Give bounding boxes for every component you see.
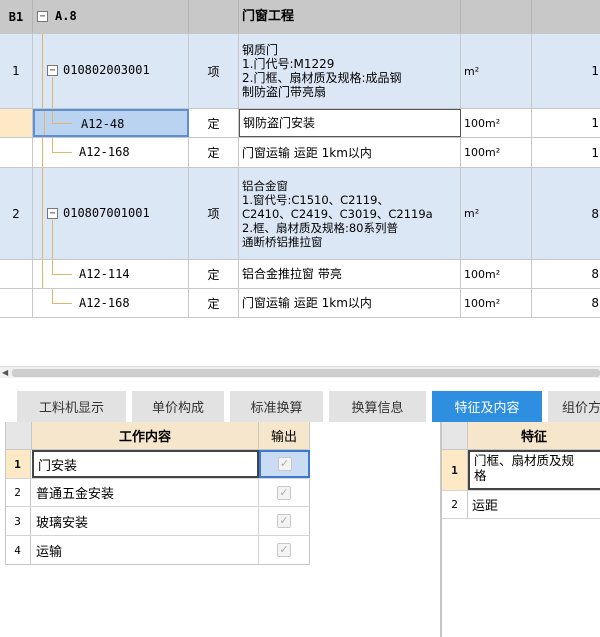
quota-code: A12-114 bbox=[79, 267, 130, 281]
tab-labor-material[interactable]: 工料机显示 bbox=[17, 391, 126, 422]
work-content-row-3[interactable]: 3 玻璃安装 ✓ bbox=[5, 507, 310, 536]
detail-tabs: 工料机显示 单价构成 标准换算 换算信息 特征及内容 组价方 bbox=[0, 386, 600, 422]
bill-row-2[interactable]: 2 − 010807001001 项 铝合金窗 1.窗代号:C1510、C211… bbox=[0, 168, 600, 260]
row-number: 1 bbox=[0, 34, 33, 108]
row-number: 2 bbox=[0, 168, 33, 259]
bill-row-1[interactable]: 1 − 010802003001 项 钢质门 1.门代号:M1229 2.门框、… bbox=[0, 34, 600, 109]
quota-name[interactable]: 铝合金推拉窗 带亮 bbox=[239, 260, 461, 288]
tab-unit-price[interactable]: 单价构成 bbox=[132, 391, 224, 422]
detail-panel: 工作内容 输出 1 门安装 ✓ 2 普通五金安装 ✓ 3 玻璃安装 ✓ 4 运输… bbox=[0, 422, 600, 637]
scrollbar-thumb[interactable] bbox=[12, 369, 600, 377]
quantity: 8 bbox=[591, 206, 599, 221]
work-content-text[interactable]: 普通五金安装 bbox=[32, 479, 259, 506]
work-content-text[interactable]: 运输 bbox=[32, 536, 259, 564]
quota-row-a12-168[interactable]: A12-168 定 门窗运输 运距 1km以内 100m² 1 bbox=[0, 138, 600, 168]
output-checkbox[interactable]: ✓ bbox=[277, 485, 291, 500]
quota-code: A12-168 bbox=[79, 296, 130, 310]
scroll-left-icon[interactable]: ◀ bbox=[2, 368, 8, 377]
work-content-text[interactable]: 门安装 bbox=[32, 450, 259, 478]
row-type: 项 bbox=[189, 168, 239, 259]
quantity: 1 bbox=[591, 116, 599, 130]
quota-code: A12-168 bbox=[79, 145, 130, 159]
bill-grid: B1 − A.8 门窗工程 1 − 010802003001 项 钢质门 1.门… bbox=[0, 0, 600, 318]
output-checkbox[interactable]: ✓ bbox=[277, 514, 291, 528]
output-header: 输出 bbox=[259, 422, 310, 450]
quota-name[interactable]: 钢防盗门安装 bbox=[239, 109, 461, 137]
row-type: 定 bbox=[189, 109, 239, 137]
unit: 100m² bbox=[461, 289, 532, 317]
quantity: 1 bbox=[591, 64, 599, 78]
unit: m² bbox=[461, 168, 532, 259]
feature-header: 特征 bbox=[468, 422, 600, 450]
unit: m² bbox=[461, 34, 532, 108]
tab-conversion-info[interactable]: 换算信息 bbox=[329, 391, 426, 422]
horizontal-scrollbar[interactable]: ◀ bbox=[0, 366, 600, 378]
work-content-header: 工作内容 bbox=[32, 422, 259, 450]
quantity: 8 bbox=[591, 267, 599, 281]
quantity: 8 bbox=[591, 296, 599, 310]
tab-features-content[interactable]: 特征及内容 bbox=[432, 391, 542, 422]
quota-name[interactable]: 门窗运输 运距 1km以内 bbox=[239, 138, 461, 167]
output-checkbox[interactable]: ✓ bbox=[277, 543, 291, 557]
feature-text[interactable]: 运距 bbox=[468, 491, 600, 518]
output-checkbox[interactable]: ✓ bbox=[277, 457, 292, 471]
tab-standard-conversion[interactable]: 标准换算 bbox=[230, 391, 323, 422]
bill-name[interactable]: 铝合金窗 1.窗代号:C1510、C2119、 C2410、C2419、C301… bbox=[239, 168, 461, 259]
quota-code: A12-48 bbox=[81, 117, 125, 131]
quantity: 1 bbox=[591, 145, 599, 160]
section-name: 门窗工程 bbox=[239, 0, 461, 33]
work-content-row-1[interactable]: 1 门安装 ✓ bbox=[5, 450, 310, 479]
work-content-row-2[interactable]: 2 普通五金安装 ✓ bbox=[5, 479, 310, 507]
unit: 100m² bbox=[461, 109, 532, 137]
work-content-row-4[interactable]: 4 运输 ✓ bbox=[5, 536, 310, 565]
work-content-text[interactable]: 玻璃安装 bbox=[32, 507, 259, 535]
feature-row-2[interactable]: 2 运距 bbox=[442, 491, 600, 519]
quota-row-a12-114[interactable]: A12-114 定 铝合金推拉窗 带亮 100m² 8 bbox=[0, 260, 600, 289]
section-code: A.8 bbox=[55, 9, 77, 23]
quota-name[interactable]: 门窗运输 运距 1km以内 bbox=[239, 289, 461, 317]
collapse-icon[interactable]: − bbox=[47, 65, 58, 76]
bill-name[interactable]: 钢质门 1.门代号:M1229 2.门框、扇材质及规格:成品钢 制防盗门带亮扇 bbox=[239, 34, 461, 108]
collapse-icon[interactable]: − bbox=[37, 11, 48, 22]
row-type: 项 bbox=[189, 34, 239, 108]
row-type: 定 bbox=[189, 289, 239, 317]
section-row-a8[interactable]: B1 − A.8 门窗工程 bbox=[0, 0, 600, 34]
quota-row-a12-48[interactable]: A12-48 定 钢防盗门安装 100m² 1 bbox=[0, 109, 600, 138]
tab-pricing[interactable]: 组价方 bbox=[548, 391, 600, 422]
unit: 100m² bbox=[461, 138, 532, 167]
quota-row-a12-168-2[interactable]: A12-168 定 门窗运输 运距 1km以内 100m² 8 bbox=[0, 289, 600, 318]
feature-text[interactable]: 门框、扇材质及规 格 bbox=[468, 450, 600, 490]
collapse-icon[interactable]: − bbox=[47, 208, 58, 219]
row-type: 定 bbox=[189, 138, 239, 167]
feature-row-1[interactable]: 1 门框、扇材质及规 格 bbox=[442, 450, 600, 491]
unit: 100m² bbox=[461, 260, 532, 288]
section-number: B1 bbox=[0, 0, 33, 33]
bill-code: 010807001001 bbox=[63, 206, 150, 220]
row-type: 定 bbox=[189, 260, 239, 288]
bill-code: 010802003001 bbox=[63, 63, 150, 77]
